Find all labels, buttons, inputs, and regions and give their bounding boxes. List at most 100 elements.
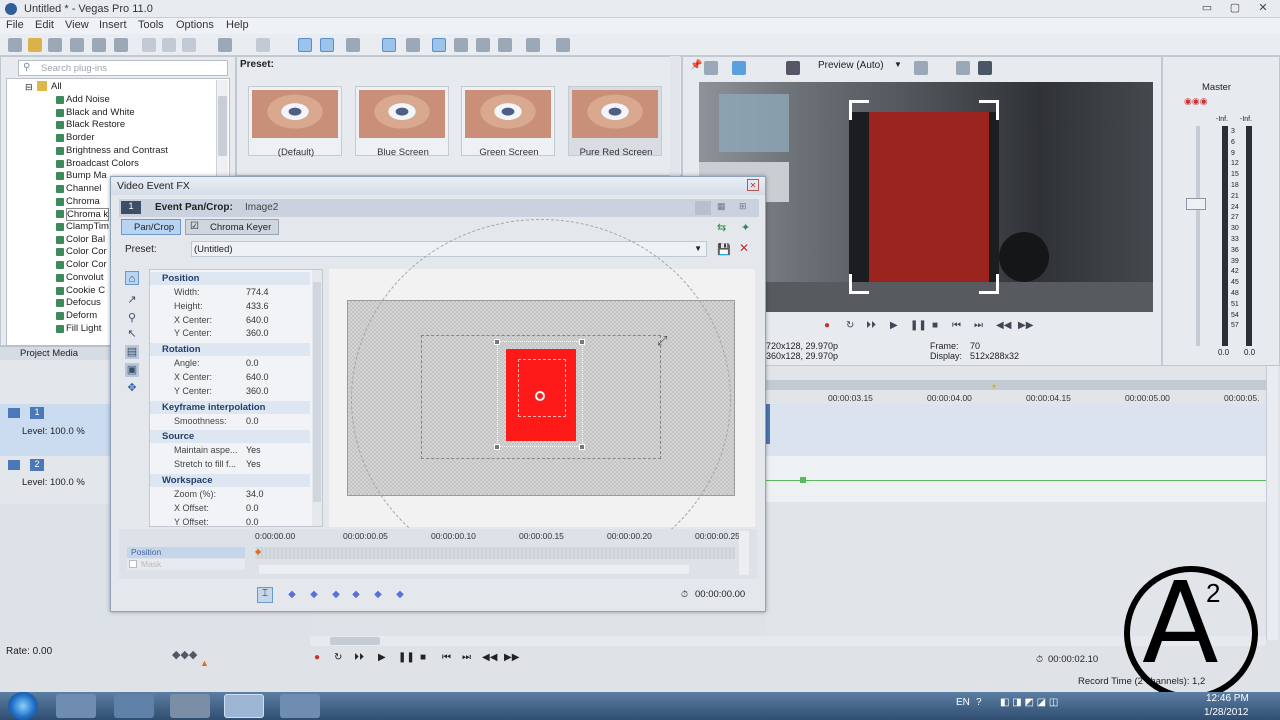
resize-handle[interactable] [494, 444, 500, 450]
property-value[interactable]: 360.0 [246, 386, 269, 396]
property-row[interactable]: Stretch to fill f... Yes [150, 458, 310, 472]
property-group-header[interactable]: Source [150, 430, 310, 444]
menu-help[interactable]: Help [226, 19, 249, 31]
go-to-end-icon[interactable]: ⏭ [974, 320, 983, 331]
center-point[interactable] [535, 391, 545, 401]
property-group-header[interactable]: Keyframe interpolation [150, 400, 310, 414]
close-button[interactable]: ✕ [1252, 2, 1274, 15]
envelope-point[interactable] [800, 477, 806, 483]
copy-snapshot-icon[interactable] [956, 61, 970, 75]
workspace-canvas[interactable]: ⤢ [329, 219, 755, 579]
track-header-1[interactable]: 1 Level: 100.0 % [0, 404, 110, 456]
lock-aspect-icon[interactable]: ▣ [125, 363, 139, 377]
add-keyframe-icon[interactable]: ◆ [331, 589, 341, 600]
snapping-icon[interactable] [382, 38, 396, 52]
tree-root[interactable]: All [51, 81, 62, 92]
play-icon[interactable]: ▶ [890, 320, 898, 331]
project-media-tab[interactable]: Project Media [20, 348, 78, 359]
menu-insert[interactable]: Insert [99, 19, 127, 31]
menu-tools[interactable]: Tools [138, 19, 164, 31]
mask-track-label[interactable]: Mask [127, 559, 245, 570]
ignore-grouping-icon[interactable] [476, 38, 490, 52]
stop-icon[interactable]: ■ [932, 320, 938, 331]
language-indicator[interactable]: EN [956, 697, 970, 708]
go-to-end-icon[interactable]: ⏭ [462, 652, 471, 663]
presets-scrollbar[interactable] [670, 56, 680, 176]
property-row[interactable]: Height: 433.6 [150, 300, 310, 314]
keyframe-hscroll[interactable] [259, 565, 689, 574]
property-value[interactable]: 774.4 [246, 287, 269, 297]
property-scrollbar[interactable] [312, 270, 322, 526]
record-icon[interactable]: ● [824, 320, 830, 331]
preset-blue-screen[interactable]: Blue Screen [355, 86, 449, 158]
move-icon[interactable]: ↗ [125, 293, 139, 307]
track-lane-1[interactable] [766, 404, 1266, 456]
plugin-tree-item[interactable]: Channel [66, 183, 101, 194]
play-from-start-icon[interactable]: ⏵⏵ [866, 320, 876, 331]
play-icon[interactable]: ▶ [378, 652, 386, 663]
open-icon[interactable] [28, 38, 42, 52]
installer-icon[interactable] [280, 694, 320, 718]
split-icon[interactable] [526, 38, 540, 52]
property-value[interactable]: 0.0 [246, 358, 259, 368]
plugin-tree-item[interactable]: Border [66, 132, 95, 143]
render-icon[interactable] [92, 38, 106, 52]
property-row[interactable]: X Center: 640.0 [150, 314, 310, 328]
tab-pan-crop[interactable]: Pan/Crop [121, 219, 181, 235]
first-keyframe-icon[interactable]: ◆ [287, 589, 297, 600]
property-value[interactable]: Yes [246, 459, 261, 469]
property-row[interactable]: Y Center: 360.0 [150, 327, 310, 341]
tab-chroma-keyer[interactable]: ☑ Chroma Keyer [185, 219, 279, 235]
overlays-icon[interactable] [914, 61, 928, 75]
save-preset-icon[interactable]: 💾 [717, 243, 731, 256]
lock-envelopes-icon[interactable] [454, 38, 468, 52]
plugin-tree-item[interactable]: Bump Ma [66, 170, 107, 181]
plugin-tree-item[interactable]: Chroma k [66, 208, 110, 222]
preset-pure-red-screen[interactable]: Pure Red Screen [568, 86, 662, 158]
tree-scroll-thumb[interactable] [218, 96, 227, 156]
property-row[interactable]: Maintain aspe... Yes [150, 444, 310, 458]
track-level[interactable]: Level: 100.0 % [22, 477, 85, 488]
normal-edit-icon[interactable]: ⌂ [125, 271, 139, 285]
plugin-tree-item[interactable]: Fill Light [66, 323, 101, 334]
show-properties-icon[interactable]: ▤ [125, 345, 139, 359]
menu-file[interactable]: File [6, 19, 24, 31]
property-row[interactable]: Angle: 0.0 [150, 357, 310, 371]
plugin-tree-item[interactable]: ClampTim [66, 221, 109, 232]
checkbox-checked-icon[interactable]: ☑ [190, 221, 199, 232]
property-group-header[interactable]: Workspace [150, 474, 310, 487]
menu-view[interactable]: View [65, 19, 89, 31]
clock-date[interactable]: 1/28/2012 [1204, 707, 1249, 718]
last-keyframe-icon[interactable]: ◆ [395, 589, 405, 600]
delete-keyframe-icon[interactable]: ◆ [351, 589, 361, 600]
plugin-tree-item[interactable]: Cookie C [66, 285, 105, 296]
new-icon[interactable] [8, 38, 22, 52]
position-track-label[interactable]: Position [127, 547, 245, 558]
position-keyframe-lane[interactable] [255, 547, 735, 559]
loop-icon[interactable]: ↻ [846, 320, 854, 331]
envelope-tool-icon[interactable] [320, 38, 334, 52]
plugin-tree-item[interactable]: Add Noise [66, 94, 110, 105]
help-pointer-icon[interactable] [556, 38, 570, 52]
plugin-tree-item[interactable]: Convolut [66, 272, 104, 283]
play-from-start-icon[interactable]: ⏵⏵ [354, 652, 364, 663]
view-toggle-icon[interactable] [695, 201, 711, 215]
property-value[interactable]: 360.0 [246, 328, 269, 338]
property-group-header[interactable]: Rotation [150, 343, 310, 357]
mask-checkbox[interactable] [129, 560, 137, 568]
menu-options[interactable]: Options [176, 19, 214, 31]
selection-tool-icon[interactable] [346, 38, 360, 52]
external-monitor-icon[interactable] [732, 61, 746, 75]
preset-default[interactable]: (Default) [248, 86, 342, 158]
pause-icon[interactable]: ❚❚ [398, 652, 415, 663]
move-freely-icon[interactable]: ✥ [125, 381, 139, 395]
keyframe-vscroll[interactable] [739, 531, 749, 575]
marker-icon[interactable] [498, 38, 512, 52]
property-row[interactable]: Y Center: 360.0 [150, 385, 310, 399]
property-row[interactable]: Y Offset: 0.0 [150, 516, 310, 530]
plugin-tree-item[interactable]: Deform [66, 310, 97, 321]
rate-marker-icon[interactable]: ▲ [200, 658, 209, 668]
redo-icon[interactable] [256, 38, 270, 52]
maximize-button[interactable]: ▢ [1224, 2, 1246, 15]
next-frame-icon[interactable]: ▶▶ [1018, 320, 1033, 331]
